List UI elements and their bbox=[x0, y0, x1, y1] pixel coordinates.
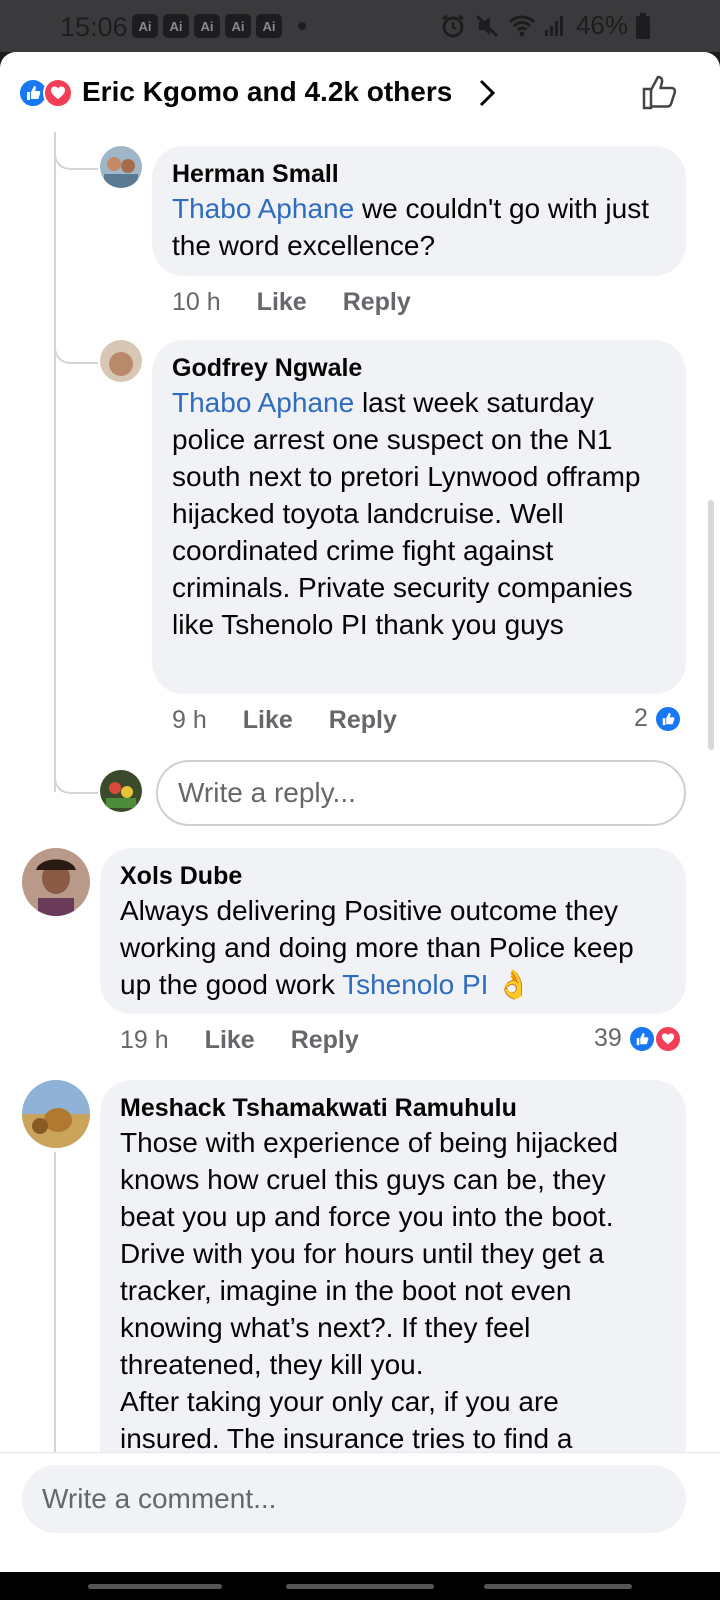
avatar[interactable] bbox=[22, 848, 90, 916]
love-reaction-icon bbox=[43, 78, 73, 108]
comment-time: 9 h bbox=[172, 706, 207, 734]
status-bar: 15:06 Ai Ai Ai Ai Ai 46% bbox=[0, 0, 720, 52]
reply-link[interactable]: Reply bbox=[343, 288, 411, 317]
reactions-header[interactable]: Eric Kgomo and 4.2k others bbox=[0, 52, 720, 132]
wifi-icon bbox=[508, 15, 536, 36]
like-link[interactable]: Like bbox=[205, 1026, 255, 1055]
comment-actions: 19 h Like Reply bbox=[120, 1026, 359, 1055]
ai-badge-icon: Ai bbox=[256, 14, 282, 38]
avatar[interactable] bbox=[100, 146, 142, 188]
more-notifications-dot-icon bbox=[298, 22, 306, 30]
like-link[interactable]: Like bbox=[243, 706, 293, 735]
comments-sheet: Eric Kgomo and 4.2k others Herman Small … bbox=[0, 52, 720, 1572]
comment-bubble: Herman Small Thabo Aphane we couldn't go… bbox=[152, 146, 686, 276]
like-link[interactable]: Like bbox=[257, 288, 307, 317]
signal-icon bbox=[544, 15, 563, 36]
scrollbar[interactable] bbox=[708, 500, 714, 750]
thread-line bbox=[54, 1152, 56, 1452]
comment-text: Thabo Aphane we couldn't go with just th… bbox=[172, 193, 650, 261]
comment-author[interactable]: Meshack Tshamakwati Ramuhulu bbox=[120, 1092, 666, 1124]
comment-bubble: Godfrey Ngwale Thabo Aphane last week sa… bbox=[152, 340, 686, 694]
status-time: 15:06 bbox=[60, 12, 128, 42]
comment-author[interactable]: Xols Dube bbox=[120, 860, 666, 892]
comment-bubble: Meshack Tshamakwati Ramuhulu Those with … bbox=[100, 1080, 686, 1480]
reaction-count[interactable]: 2 bbox=[634, 704, 682, 733]
comment-author[interactable]: Herman Small bbox=[172, 158, 666, 190]
avatar[interactable] bbox=[22, 1080, 90, 1148]
chevron-right-icon[interactable] bbox=[478, 78, 496, 108]
reply-link[interactable]: Reply bbox=[329, 706, 397, 735]
home-button[interactable] bbox=[286, 1584, 434, 1589]
thread-connector bbox=[54, 146, 98, 170]
mention-link[interactable]: Thabo Aphane bbox=[172, 387, 354, 418]
reply-link[interactable]: Reply bbox=[291, 1026, 359, 1055]
thread-line bbox=[54, 132, 56, 792]
thread-connector bbox=[54, 770, 98, 794]
love-reaction-icon bbox=[653, 1024, 682, 1053]
comment-text-continued: After taking your only car, if you are i… bbox=[120, 1386, 573, 1454]
ai-badge-icon: Ai bbox=[225, 14, 251, 38]
like-reaction-icon bbox=[627, 1024, 656, 1053]
mention-link[interactable]: Thabo Aphane bbox=[172, 193, 354, 224]
recents-button[interactable] bbox=[88, 1584, 222, 1589]
comment-time: 10 h bbox=[172, 288, 221, 316]
ai-badge-icon: Ai bbox=[132, 14, 158, 38]
comment-actions: 9 h Like Reply bbox=[172, 706, 397, 735]
ai-badge-icon: Ai bbox=[163, 14, 189, 38]
comment-text: Those with experience of being hijacked … bbox=[120, 1127, 619, 1380]
comment-text: Thabo Aphane last week saturday police a… bbox=[172, 387, 641, 640]
status-icons: 46% bbox=[440, 10, 650, 41]
notification-badges: Ai Ai Ai Ai Ai bbox=[132, 14, 282, 38]
battery-percent: 46% bbox=[575, 10, 628, 40]
battery-icon bbox=[636, 12, 650, 39]
ai-badge-icon: Ai bbox=[194, 14, 220, 38]
mute-icon bbox=[475, 14, 499, 37]
comment-bubble: Xols Dube Always delivering Positive out… bbox=[100, 848, 686, 1014]
my-avatar bbox=[100, 770, 142, 812]
comment-composer: Write a comment... bbox=[0, 1452, 720, 1572]
like-button-icon[interactable] bbox=[640, 72, 680, 112]
comment-time: 19 h bbox=[120, 1026, 169, 1054]
comment-input[interactable]: Write a comment... bbox=[22, 1465, 686, 1533]
alarm-icon bbox=[442, 14, 464, 37]
system-nav-bar bbox=[0, 1572, 720, 1600]
comment-actions: 10 h Like Reply bbox=[172, 288, 411, 317]
mention-link[interactable]: Tshenolo PI bbox=[342, 969, 488, 1000]
reaction-count[interactable]: 39 bbox=[594, 1024, 682, 1053]
avatar[interactable] bbox=[100, 340, 142, 382]
comment-author[interactable]: Godfrey Ngwale bbox=[172, 352, 666, 384]
reactors-label[interactable]: Eric Kgomo and 4.2k others bbox=[82, 76, 452, 108]
reaction-icons bbox=[18, 78, 78, 108]
like-reaction-icon bbox=[653, 704, 682, 733]
reply-input[interactable]: Write a reply... bbox=[156, 760, 686, 826]
back-button[interactable] bbox=[484, 1584, 632, 1589]
comment-text: Always delivering Positive outcome they … bbox=[120, 895, 634, 1000]
thread-connector bbox=[54, 340, 98, 364]
ok-hand-emoji-icon: 👌 bbox=[496, 969, 532, 1000]
